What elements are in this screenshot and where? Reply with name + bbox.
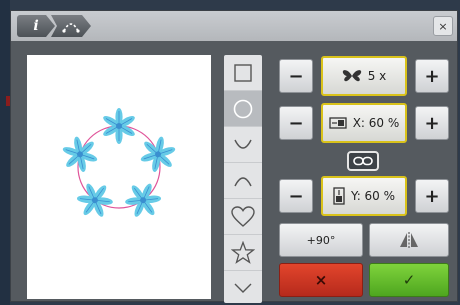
rotate-90-button[interactable]: +90° [279, 223, 363, 257]
mirror-horizontal-button[interactable] [369, 223, 449, 257]
shape-square-button[interactable] [224, 55, 262, 91]
square-icon [234, 63, 252, 82]
info-icon: i [33, 18, 39, 34]
circle-icon [233, 99, 253, 118]
height-decrease-button[interactable]: − [279, 179, 313, 213]
arc-down-icon [234, 139, 252, 149]
arc-path-icon [61, 19, 81, 33]
info-button[interactable]: i [17, 15, 55, 37]
repeat-count-value: 5 x [367, 69, 387, 83]
minus-icon: − [288, 185, 304, 207]
shape-arc-down-button[interactable] [224, 127, 262, 163]
width-decrease-button[interactable]: − [279, 106, 313, 140]
plus-icon: + [424, 65, 440, 87]
repeat-decrease-button[interactable]: − [279, 59, 313, 93]
cancel-icon: × [314, 271, 328, 289]
flower-circle-preview [62, 108, 176, 217]
link-proportions-toggle[interactable] [347, 151, 379, 171]
shape-star-button[interactable] [224, 235, 262, 271]
mirror-icon [400, 232, 418, 248]
repeat-increase-button[interactable]: + [415, 59, 449, 93]
close-button[interactable]: × [433, 16, 453, 36]
background-strip [0, 0, 10, 305]
preview-canvas[interactable] [27, 55, 211, 299]
heart-icon [231, 205, 255, 227]
confirm-button[interactable]: ✓ [369, 263, 449, 297]
flower-motif [125, 183, 162, 217]
arc-up-icon [234, 176, 252, 186]
width-scale-icon [329, 117, 347, 129]
flower-motif [140, 136, 176, 172]
circular-arrangement-dialog: i × − 5 x + − X: 60 % + − Y: 60 % + +90°… [10, 10, 458, 303]
shape-more-button[interactable] [224, 271, 262, 303]
minus-icon: − [288, 112, 304, 134]
scroll-down-icon [234, 283, 252, 293]
title-bar: i × [11, 11, 457, 41]
rotate-label: +90° [306, 233, 336, 247]
height-scale-value: Y: 60 % [350, 189, 396, 203]
shape-selector [224, 55, 262, 303]
checkmark-icon: ✓ [402, 271, 416, 289]
cancel-button[interactable]: × [279, 263, 363, 297]
star-icon [231, 240, 255, 264]
width-scale-field[interactable]: X: 60 % [321, 103, 407, 143]
shape-circle-button[interactable] [224, 91, 262, 127]
width-scale-value: X: 60 % [352, 116, 400, 130]
butterfly-icon [342, 70, 361, 82]
minus-icon: − [288, 65, 304, 87]
width-increase-button[interactable]: + [415, 106, 449, 140]
flower-motif [76, 183, 113, 217]
plus-icon: + [424, 112, 440, 134]
plus-icon: + [424, 185, 440, 207]
flower-motif [103, 108, 135, 144]
repeat-count-field[interactable]: 5 x [321, 56, 407, 96]
flower-motif [62, 136, 98, 172]
height-scale-field[interactable]: Y: 60 % [321, 176, 407, 216]
arc-mode-button[interactable] [51, 15, 91, 37]
chain-link-icon [353, 156, 373, 166]
shape-heart-button[interactable] [224, 199, 262, 235]
close-icon: × [438, 19, 448, 33]
shape-arc-up-button[interactable] [224, 163, 262, 199]
height-increase-button[interactable]: + [415, 179, 449, 213]
height-scale-icon [333, 187, 345, 205]
